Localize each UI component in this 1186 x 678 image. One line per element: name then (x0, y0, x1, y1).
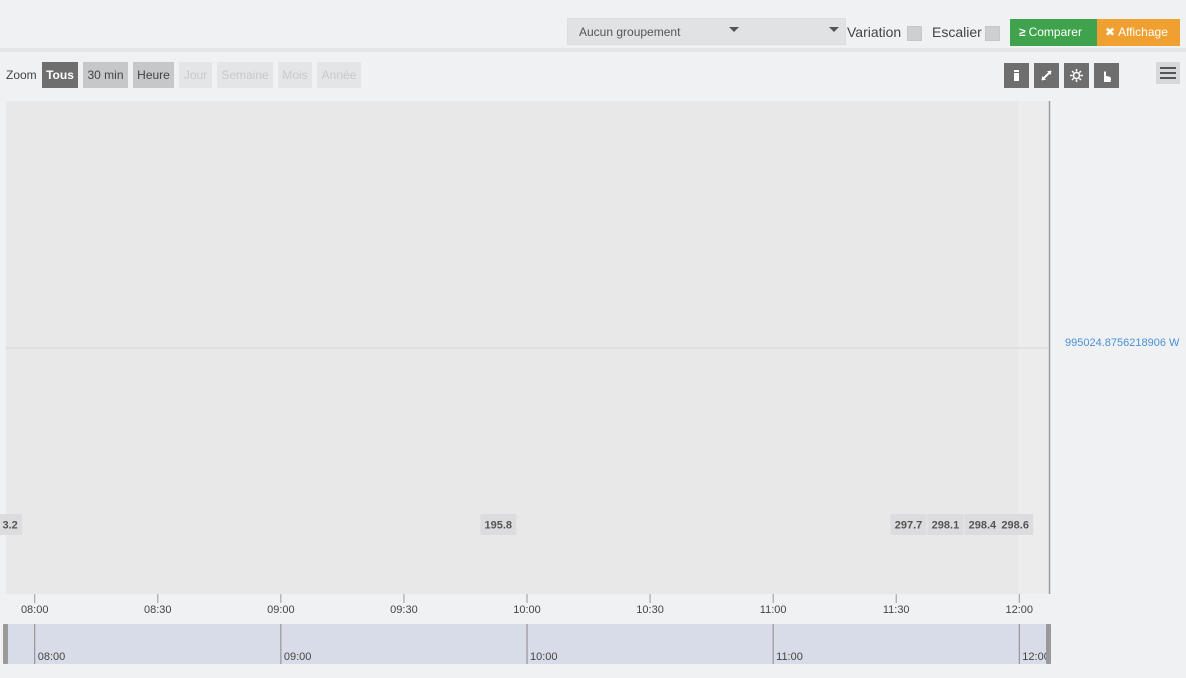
grouping-select-value: Aucun groupement (579, 25, 681, 39)
x-tick-label: 08:30 (144, 604, 172, 616)
staircase-label: Escalier (932, 24, 982, 40)
navigator-handle-left (3, 624, 8, 664)
zoom-button-month[interactable]: Mois (278, 62, 312, 88)
x-axis: 08:00 08:30 09:00 09:30 10:00 10:30 11:00 11:30… (21, 594, 1033, 616)
zoom-button-hour[interactable]: Heure (133, 62, 174, 88)
zoom-button-week[interactable]: Semaine (217, 62, 273, 88)
x-tick-label: 12:00 (1006, 604, 1034, 616)
pointer-hand-icon[interactable] (1094, 63, 1119, 88)
navigator-tick-label: 10:00 (530, 651, 558, 663)
data-label: 298.1 (932, 520, 960, 532)
x-tick-label: 11:30 (883, 604, 910, 616)
navigator-tick-label: 09:00 (284, 651, 312, 663)
display-button-label: Affichage (1118, 25, 1168, 39)
zoom-button-30min[interactable]: 30 min (83, 62, 128, 88)
settings-icon[interactable] (1064, 63, 1089, 88)
hamburger-menu-icon[interactable] (1156, 62, 1180, 84)
x-tick-label: 10:00 (513, 604, 541, 616)
zoom-button-year[interactable]: Année (317, 62, 361, 88)
expand-icon[interactable] (1034, 63, 1059, 88)
compare-icon: ≥ (1019, 25, 1026, 39)
chevron-down-icon (729, 27, 739, 32)
data-label: 298.4 (969, 520, 997, 532)
data-label: 3.2 (2, 520, 17, 532)
x-tick-label: 11:00 (760, 604, 787, 616)
x-tick-label: 08:00 (21, 604, 49, 616)
calendar-icon[interactable] (1004, 63, 1029, 88)
staircase-checkbox[interactable] (985, 26, 1000, 41)
x-tick-label: 09:30 (390, 604, 418, 616)
x-tick-label: 10:30 (636, 604, 664, 616)
zoom-button-all[interactable]: Tous (42, 62, 78, 88)
variation-checkbox[interactable] (907, 26, 922, 41)
data-label: 298.6 (1001, 520, 1029, 532)
display-button[interactable]: ✖ Affichage (1097, 19, 1180, 46)
chart-page: Aucun groupement Variation Escalier ≥ Com… (0, 0, 1186, 678)
compare-button-label: Comparer (1028, 25, 1082, 39)
navigator[interactable]: 08:00 09:00 10:00 11:00 12:00 (3, 624, 1051, 664)
zoom-button-day[interactable]: Jour (179, 62, 212, 88)
navigator-tick-label: 12:00 (1022, 651, 1050, 663)
data-label: 195.8 (485, 520, 513, 532)
variation-label: Variation (847, 24, 902, 40)
zoom-label: Zoom (6, 68, 37, 82)
y-marker-label: 995024.8756218906 W (1065, 337, 1180, 349)
time-series-chart[interactable]: 995024.8756218906 W 08:00 08:30 09:00 09:30… (0, 95, 1186, 678)
navigator-tick-label: 08:00 (38, 651, 66, 663)
navigator-tick-label: 11:00 (776, 651, 803, 663)
grouping-select[interactable]: Aucun groupement (567, 18, 846, 45)
top-toolbar: Aucun groupement Variation Escalier ≥ Com… (0, 0, 1186, 52)
chevron-down-icon (829, 27, 839, 32)
compare-button[interactable]: ≥ Comparer (1010, 19, 1097, 46)
navigator-handle-right (1046, 624, 1051, 664)
data-label: 297.7 (895, 520, 923, 532)
x-tick-label: 09:00 (267, 604, 295, 616)
close-icon: ✖ (1105, 25, 1116, 39)
